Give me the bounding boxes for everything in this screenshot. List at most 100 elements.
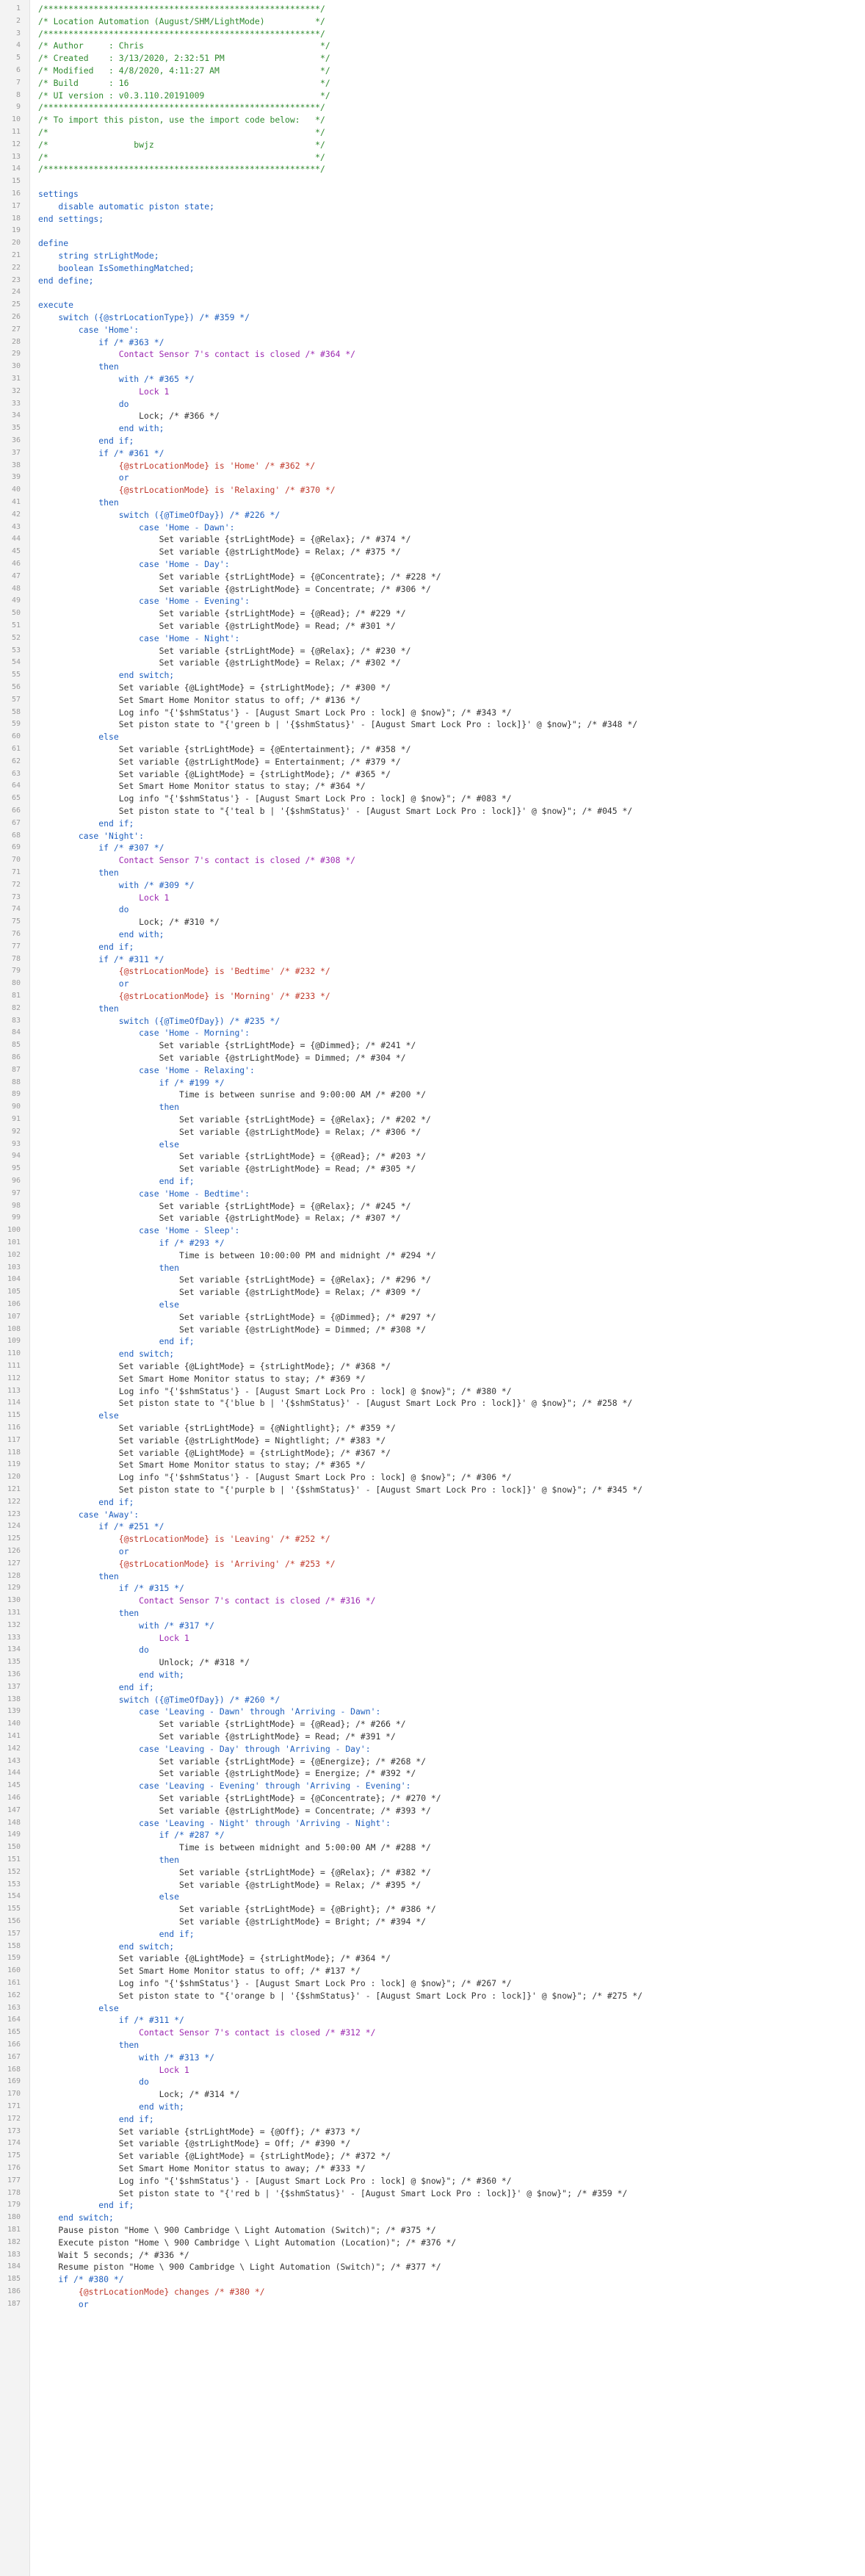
code-line: 5 /* Created : 3/13/2020, 2:32:51 PM */ (0, 52, 865, 65)
line-number: 35 (11, 424, 21, 433)
line-number: 108 (7, 1324, 21, 1333)
code-text: /* bwjz */ (38, 139, 325, 150)
code-text: if /* #361 */ (38, 447, 164, 458)
code-line: 83 switch ({@TimeOfDay}) /* #235 */ (0, 1015, 865, 1028)
code-line: 94 Set variable {strLightMode} = {@Read}… (0, 1150, 865, 1163)
line-number: 154 (7, 1892, 21, 1901)
code-line: 88 if /* #199 */ (0, 1077, 865, 1089)
code-line: 160 Set Smart Home Monitor status to off… (0, 1965, 865, 1977)
code-text: end if; (38, 1928, 195, 1939)
code-line: 43 case 'Home - Dawn': (0, 522, 865, 534)
line-number: 3 (15, 29, 21, 37)
code-line: 123 case 'Away': (0, 1509, 865, 1521)
code-line: 139 case 'Leaving - Dawn' through 'Arriv… (0, 1706, 865, 1718)
line-number: 84 (11, 1028, 21, 1037)
code-line: 117 Set variable {@strLightMode} = Night… (0, 1435, 865, 1447)
code-line: 151 then (0, 1854, 865, 1866)
code-line: 100 case 'Home - Sleep': (0, 1224, 865, 1237)
code-text: {@strLocationMode} is 'Morning' /* #233 … (38, 991, 330, 1001)
code-line: 125 {@strLocationMode} is 'Leaving' /* #… (0, 1533, 865, 1545)
code-text: case 'Leaving - Evening' through 'Arrivi… (38, 1781, 411, 1792)
code-line: 181 Pause piston "Home \ 900 Cambridge \… (0, 2224, 865, 2237)
line-number: 91 (11, 1115, 21, 1123)
code-line: 78 if /* #311 */ (0, 953, 865, 966)
line-number: 146 (7, 1794, 21, 1802)
code-line: 17 disable automatic piston state; (0, 201, 865, 213)
line-number: 143 (7, 1756, 21, 1765)
code-text: end with; (38, 1670, 184, 1680)
code-line: 120 Log info "{'$shmStatus'} - [August S… (0, 1471, 865, 1484)
line-number: 83 (11, 1016, 21, 1025)
code-line: 18 end settings; (0, 213, 865, 226)
code-line: 143 Set variable {strLightMode} = {@Ener… (0, 1756, 865, 1768)
line-number: 139 (7, 1707, 21, 1716)
code-text: end with; (38, 2101, 184, 2112)
line-number: 123 (7, 1509, 21, 1518)
line-number: 4 (15, 41, 21, 50)
code-text: /* Author : Chris */ (38, 40, 330, 51)
code-text: {@strLocationMode} is 'Bedtime' /* #232 … (38, 966, 330, 977)
line-number: 155 (7, 1905, 21, 1913)
line-number: 26 (11, 313, 21, 321)
code-line: 178 Set piston state to "{'red b | '{$sh… (0, 2187, 865, 2200)
code-line: 103 then (0, 1262, 865, 1274)
code-line: 61 Set variable {strLightMode} = {@Enter… (0, 743, 865, 756)
code-line: 105 Set variable {@strLightMode} = Relax… (0, 1286, 865, 1299)
code-text: Set variable {@LightMode} = {strLightMod… (38, 768, 391, 779)
line-number: 80 (11, 979, 21, 988)
line-number: 65 (11, 794, 21, 803)
code-line: 2 /* Location Automation (August/SHM/Ligh… (0, 15, 865, 28)
code-text: Set piston state to "{'red b | '{$shmSta… (38, 2187, 628, 2198)
code-line: 134 do (0, 1644, 865, 1656)
code-line: 59 Set piston state to "{'green b | '{$s… (0, 718, 865, 731)
code-line: 23 end define; (0, 275, 865, 287)
line-number: 135 (7, 1658, 21, 1667)
line-number: 66 (11, 807, 21, 815)
code-text: Set variable {@strLightMode} = Off; /* #… (38, 2138, 351, 2149)
code-line: 52 case 'Home - Night': (0, 632, 865, 645)
code-line: 153 Set variable {@strLightMode} = Relax… (0, 1879, 865, 1891)
code-line: 22 boolean IsSomethingMatched; (0, 262, 865, 275)
line-number: 111 (7, 1362, 21, 1370)
code-line: 34 Lock; /* #366 */ (0, 410, 865, 422)
line-number: 34 (11, 411, 21, 420)
line-number: 180 (7, 2213, 21, 2222)
code-line: 13 /* */ (0, 151, 865, 164)
code-text: Lock 1 (38, 386, 170, 397)
code-text: Lock 1 (38, 892, 170, 903)
line-number: 69 (11, 843, 21, 852)
code-text: Set variable {@strLightMode} = Relax; /*… (38, 1213, 401, 1224)
code-line: 186 {@strLocationMode} changes /* #380 *… (0, 2286, 865, 2298)
code-text: /* Build : 16 */ (38, 77, 330, 88)
code-line: 185 if /* #380 */ (0, 2273, 865, 2286)
line-number: 89 (11, 1090, 21, 1099)
line-number: 87 (11, 1065, 21, 1074)
code-line: 44 Set variable {strLightMode} = {@Relax… (0, 533, 865, 546)
line-number: 78 (11, 954, 21, 963)
code-text: Contact Sensor 7's contact is closed /* … (38, 1595, 376, 1606)
line-number: 100 (7, 1226, 21, 1235)
code-line: 99 Set variable {@strLightMode} = Relax;… (0, 1212, 865, 1224)
code-line: 54 Set variable {@strLightMode} = Relax;… (0, 657, 865, 669)
code-line: 141 Set variable {@strLightMode} = Read;… (0, 1731, 865, 1743)
line-number: 187 (7, 2299, 21, 2308)
line-number: 141 (7, 1732, 21, 1740)
code-text: Set variable {strLightMode} = {@Relax}; … (38, 1200, 411, 1211)
line-number: 38 (11, 461, 21, 469)
code-text: Log info "{'$shmStatus'} - [August Smart… (38, 1472, 512, 1483)
code-line: 37 if /* #361 */ (0, 447, 865, 460)
line-number: 106 (7, 1300, 21, 1308)
code-text: switch ({@TimeOfDay}) /* #260 */ (38, 1694, 281, 1705)
code-text: Set variable {strLightMode} = {@Bright};… (38, 1904, 436, 1915)
code-line: 142 case 'Leaving - Day' through 'Arrivi… (0, 1743, 865, 1756)
line-number: 181 (7, 2226, 21, 2234)
line-number: 61 (11, 745, 21, 753)
code-text: string strLightMode; (38, 250, 159, 261)
code-line: 33 do (0, 398, 865, 411)
code-line: 46 case 'Home - Day': (0, 558, 865, 571)
line-number: 51 (11, 621, 21, 629)
code-text: Set variable {strLightMode} = {@Relax}; … (38, 1114, 431, 1125)
line-number: 161 (7, 1979, 21, 1987)
code-line: 58 Log info "{'$shmStatus'} - [August Sm… (0, 707, 865, 719)
code-text: Set variable {strLightMode} = {@Concentr… (38, 571, 441, 582)
